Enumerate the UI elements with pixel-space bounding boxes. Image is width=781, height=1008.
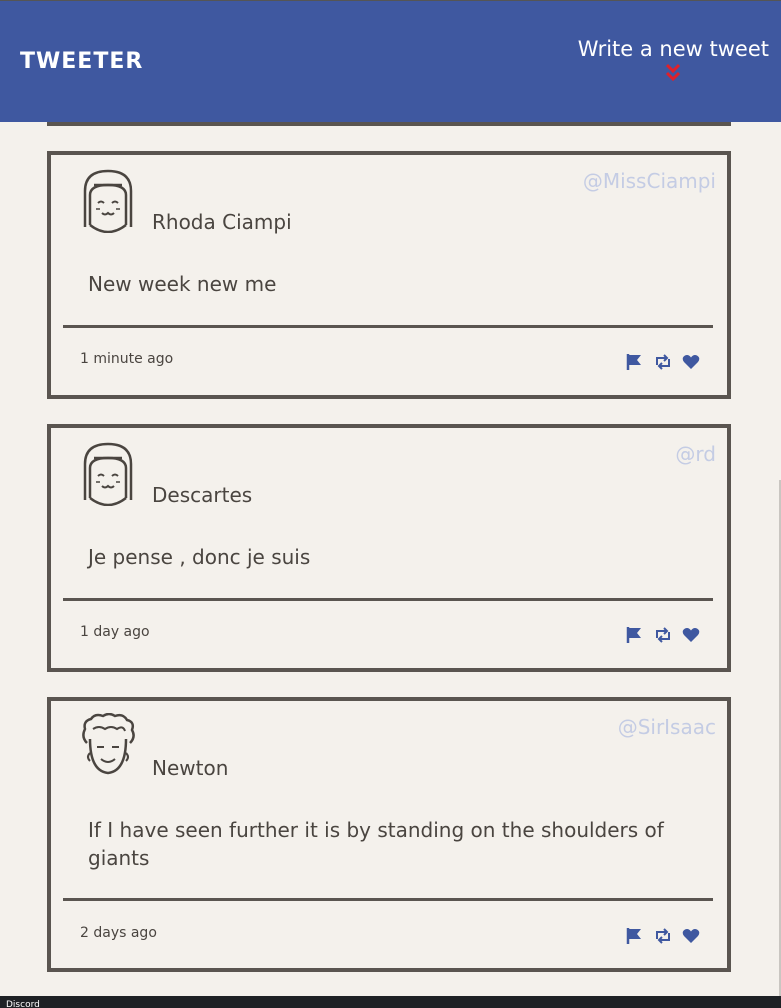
tweet-author-name: Newton bbox=[152, 756, 229, 780]
brand-logo[interactable]: TWEETER bbox=[20, 49, 143, 74]
tweet-author-handle: @SirIsaac bbox=[617, 715, 716, 739]
heart-icon[interactable] bbox=[682, 927, 700, 945]
tweet-card: Rhoda Ciampi @MissCiampi New week new me… bbox=[47, 151, 731, 399]
retweet-icon[interactable] bbox=[654, 353, 672, 371]
tweet-author-name: Rhoda Ciampi bbox=[152, 210, 292, 234]
tweet-divider bbox=[63, 898, 713, 901]
flag-icon[interactable] bbox=[626, 626, 644, 644]
girl-avatar-icon bbox=[83, 442, 133, 506]
double-chevron-down-icon[interactable] bbox=[662, 62, 684, 84]
tweet-divider bbox=[63, 325, 713, 328]
tweet-actions bbox=[626, 626, 700, 644]
tweet-timestamp: 1 day ago bbox=[80, 624, 150, 640]
retweet-icon[interactable] bbox=[654, 927, 672, 945]
write-new-tweet-button[interactable]: Write a new tweet bbox=[578, 37, 769, 84]
tweet-author-handle: @MissCiampi bbox=[582, 169, 716, 193]
tweet-timestamp: 2 days ago bbox=[80, 925, 157, 941]
tweet-actions bbox=[626, 927, 700, 945]
navbar: TWEETER Write a new tweet bbox=[0, 1, 781, 122]
footer-text: Discord bbox=[6, 1000, 40, 1008]
heart-icon[interactable] bbox=[682, 353, 700, 371]
flag-icon[interactable] bbox=[626, 353, 644, 371]
write-new-tweet-label: Write a new tweet bbox=[577, 37, 769, 61]
curly-hair-avatar-icon bbox=[82, 713, 135, 775]
tweet-card: Newton @SirIsaac If I have seen further … bbox=[47, 697, 731, 972]
tweet-actions bbox=[626, 353, 700, 371]
tweet-content: New week new me bbox=[88, 272, 277, 296]
flag-icon[interactable] bbox=[626, 927, 644, 945]
tweet-content: If I have seen further it is by standing… bbox=[88, 818, 664, 870]
girl-avatar-icon bbox=[83, 169, 133, 233]
tweet-card: Descartes @rd Je pense , donc je suis 1 … bbox=[47, 424, 731, 672]
tweet-author-name: Descartes bbox=[152, 483, 253, 507]
tweet-author-handle: @rd bbox=[675, 442, 716, 466]
tweet-divider bbox=[63, 598, 713, 601]
retweet-icon[interactable] bbox=[654, 626, 672, 644]
footer-bar: Discord bbox=[0, 996, 781, 1008]
heart-icon[interactable] bbox=[682, 626, 700, 644]
tweet-content: Je pense , donc je suis bbox=[88, 545, 311, 569]
tweet-timestamp: 1 minute ago bbox=[80, 351, 174, 367]
